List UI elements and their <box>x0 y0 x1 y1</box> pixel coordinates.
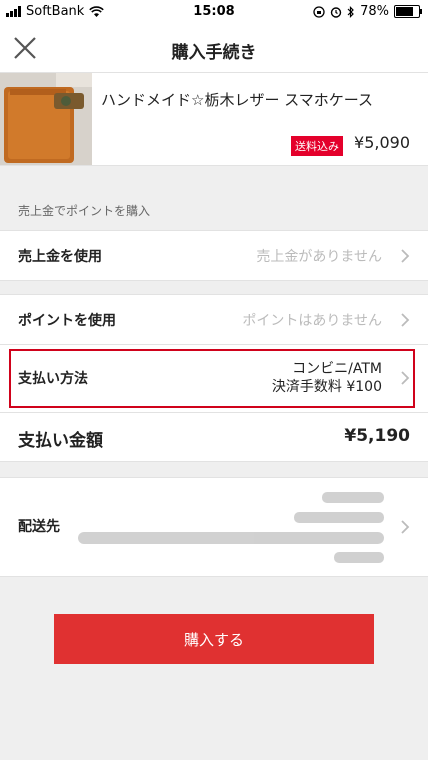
payment-method-label: 支払い方法 <box>18 371 88 387</box>
shipping-address-row[interactable]: 配送先 <box>0 477 428 577</box>
bluetooth-icon <box>347 5 354 18</box>
payment-total-row: 支払い金額 ¥5,190 <box>0 413 428 462</box>
use-points-row[interactable]: ポイントを使用 ポイントはありません <box>0 294 428 345</box>
product-name: ハンドメイド☆栃木レザー スマホケース <box>101 91 374 109</box>
use-points-label: ポイントを使用 <box>18 313 116 329</box>
status-bar: SoftBank 15:08 78% <box>0 0 428 24</box>
payment-fee: 決済手数料 ¥100 <box>271 379 382 395</box>
points-purchase-label: 売上金でポイントを購入 <box>18 204 151 218</box>
orientation-lock-icon <box>313 5 325 18</box>
chevron-right-icon <box>401 249 410 263</box>
section-header: 売上金でポイントを購入 <box>0 166 428 230</box>
product-thumbnail <box>0 73 92 165</box>
battery-percent: 78% <box>360 4 389 19</box>
payment-method-name: コンビニ/ATM <box>292 361 382 377</box>
page-title: 購入手続き <box>171 43 257 63</box>
blurred-address <box>78 492 384 563</box>
shipping-address-label: 配送先 <box>18 519 60 535</box>
product-summary: ハンドメイド☆栃木レザー スマホケース 送料込み ¥5,090 <box>0 73 428 166</box>
use-sales-row[interactable]: 売上金を使用 売上金がありません <box>0 230 428 281</box>
purchase-button[interactable]: 購入する <box>54 614 374 664</box>
product-price: ¥5,090 <box>354 133 410 152</box>
nav-bar: 購入手続き <box>0 24 428 73</box>
use-sales-value: 売上金がありません <box>256 249 382 265</box>
battery-icon <box>394 5 422 18</box>
payment-method-row[interactable]: 支払い方法 コンビニ/ATM 決済手数料 ¥100 <box>0 345 428 413</box>
payment-total-amount: ¥5,190 <box>344 426 410 446</box>
alarm-icon <box>330 6 342 18</box>
chevron-right-icon <box>401 313 410 327</box>
shipping-included-badge: 送料込み <box>291 136 343 156</box>
chevron-right-icon <box>401 371 410 385</box>
payment-method-value: コンビニ/ATM 決済手数料 ¥100 <box>272 360 382 396</box>
use-sales-label: 売上金を使用 <box>18 249 102 265</box>
use-points-value: ポイントはありません <box>242 313 382 329</box>
payment-total-label: 支払い金額 <box>18 431 103 451</box>
chevron-right-icon <box>401 520 410 534</box>
